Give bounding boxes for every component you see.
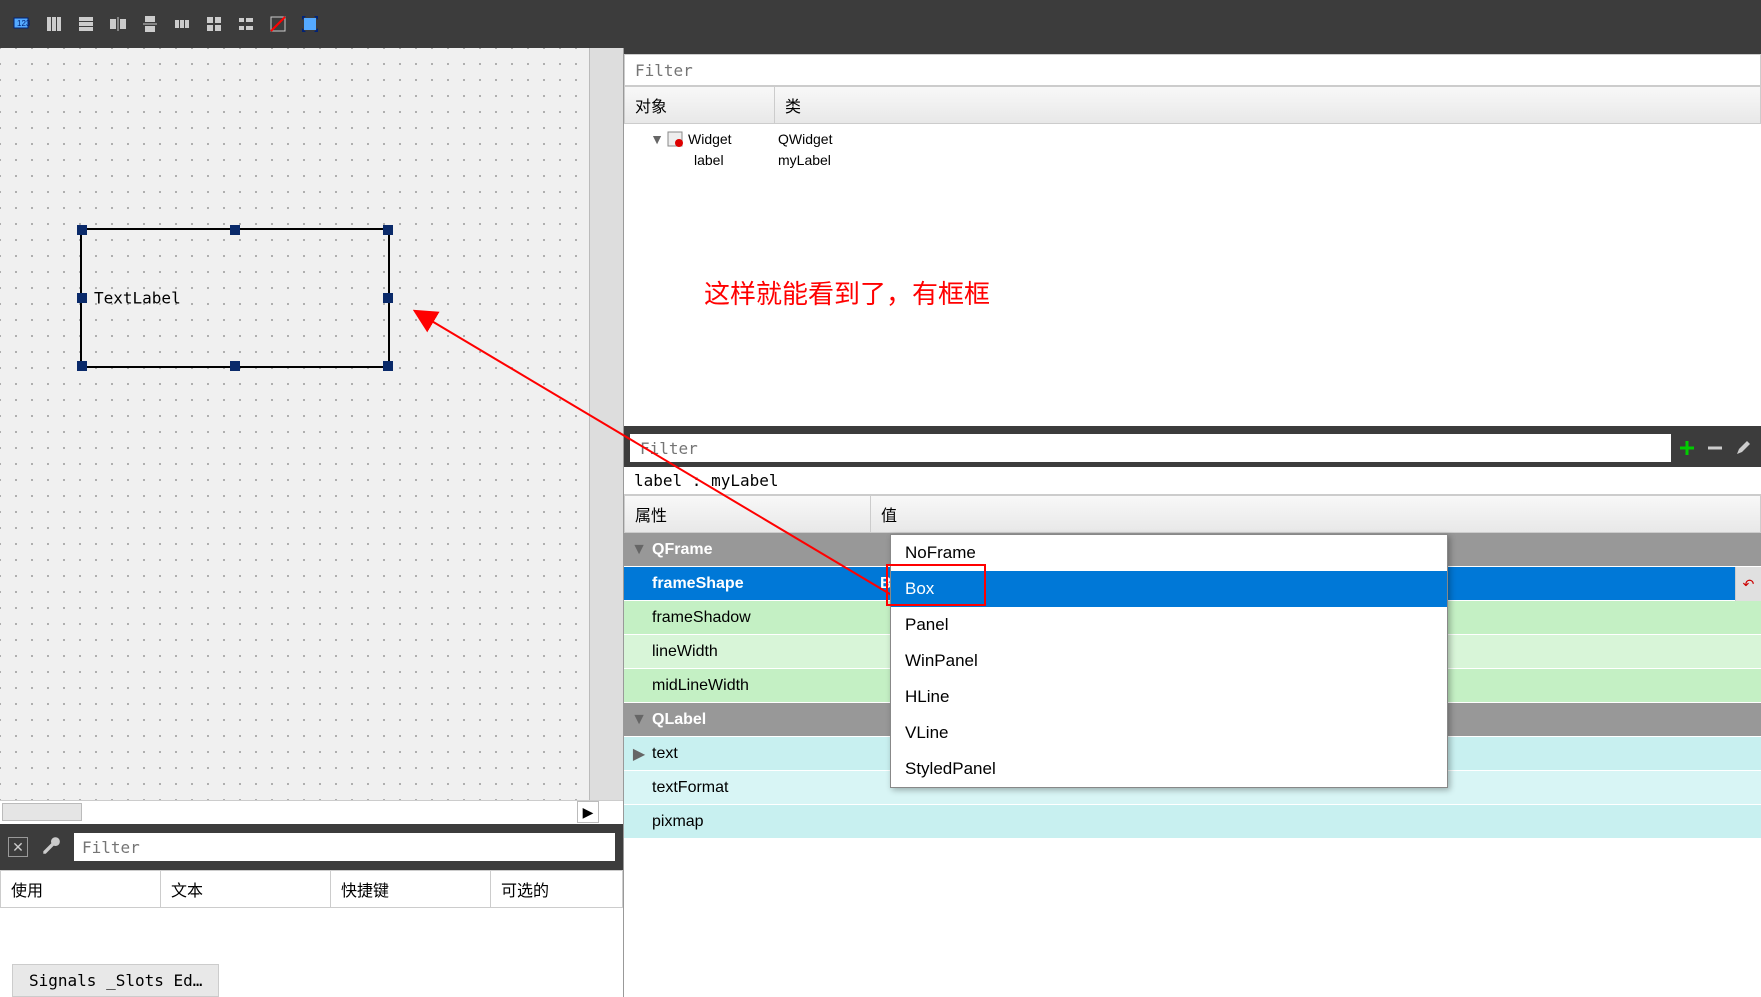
toolbar-btn-vsplit[interactable]	[136, 10, 164, 38]
dropdown-option-box[interactable]: Box	[891, 571, 1447, 607]
toolbar-btn-rows[interactable]	[72, 10, 100, 38]
object-row-label[interactable]: label myLabel	[624, 150, 1761, 170]
reset-property-button[interactable]: ↶	[1735, 567, 1761, 601]
main-toolbar: 123	[0, 0, 1761, 48]
close-panel-button[interactable]: ✕	[8, 837, 28, 857]
scroll-right-icon[interactable]: ▶	[577, 801, 599, 823]
remove-property-button[interactable]	[1703, 436, 1727, 460]
property-filter-input[interactable]	[630, 434, 1671, 462]
object-filter-input[interactable]	[624, 54, 1761, 86]
object-tree-header: 对象 类	[624, 86, 1761, 124]
resize-handle[interactable]	[383, 293, 393, 303]
object-tree[interactable]: ▼Widget QWidget label myLabel 这样就能看到了，有框…	[624, 124, 1761, 426]
toolbar-btn-hlayout[interactable]	[168, 10, 196, 38]
resize-handle[interactable]	[383, 361, 393, 371]
resize-handle[interactable]	[77, 293, 87, 303]
toolbar-btn-adjust[interactable]	[296, 10, 324, 38]
annotation-text: 这样就能看到了，有框框	[704, 274, 990, 311]
dropdown-option-hline[interactable]: HLine	[891, 679, 1447, 715]
signals-tab[interactable]: Signals _Slots Ed…	[12, 964, 219, 997]
toolbar-btn-form[interactable]	[232, 10, 260, 38]
toolbar-btn-grid[interactable]	[200, 10, 228, 38]
frameshape-dropdown[interactable]: NoFrameBoxPanelWinPanelHLineVLineStyledP…	[890, 534, 1448, 788]
dropdown-option-styledpanel[interactable]: StyledPanel	[891, 751, 1447, 787]
property-table-header: 属性 值	[624, 495, 1761, 533]
toolbar-btn-cols[interactable]	[40, 10, 68, 38]
dropdown-option-vline[interactable]: VLine	[891, 715, 1447, 751]
resize-handle[interactable]	[230, 225, 240, 235]
h-scrollbar[interactable]: ▶	[0, 801, 599, 823]
dropdown-option-noframe[interactable]: NoFrame	[891, 535, 1447, 571]
resize-handle[interactable]	[383, 225, 393, 235]
property-row-pixmap[interactable]: pixmap	[624, 805, 1761, 839]
selected-widget-label[interactable]: TextLabel	[80, 228, 390, 368]
design-canvas[interactable]: TextLabel ▶	[0, 48, 623, 824]
toolbar-btn-taborder[interactable]: 123	[8, 10, 36, 38]
property-object-label: label : myLabel	[624, 467, 1761, 495]
svg-text:123: 123	[17, 19, 31, 28]
widget-label-text: TextLabel	[94, 289, 181, 308]
widget-icon	[666, 130, 684, 148]
resize-handle[interactable]	[77, 225, 87, 235]
wrench-icon[interactable]	[40, 835, 62, 860]
resize-handle[interactable]	[230, 361, 240, 371]
add-property-button[interactable]	[1675, 436, 1699, 460]
dropdown-option-winpanel[interactable]: WinPanel	[891, 643, 1447, 679]
resize-handle[interactable]	[77, 361, 87, 371]
signals-filter-input[interactable]	[74, 833, 615, 861]
toolbar-btn-break[interactable]	[264, 10, 292, 38]
dropdown-option-panel[interactable]: Panel	[891, 607, 1447, 643]
signals-table-header: 使用 文本 快捷键 可选的	[0, 870, 623, 908]
edit-property-button[interactable]	[1731, 436, 1755, 460]
toolbar-btn-hsplit[interactable]	[104, 10, 132, 38]
object-row-widget[interactable]: ▼Widget QWidget	[624, 128, 1761, 150]
